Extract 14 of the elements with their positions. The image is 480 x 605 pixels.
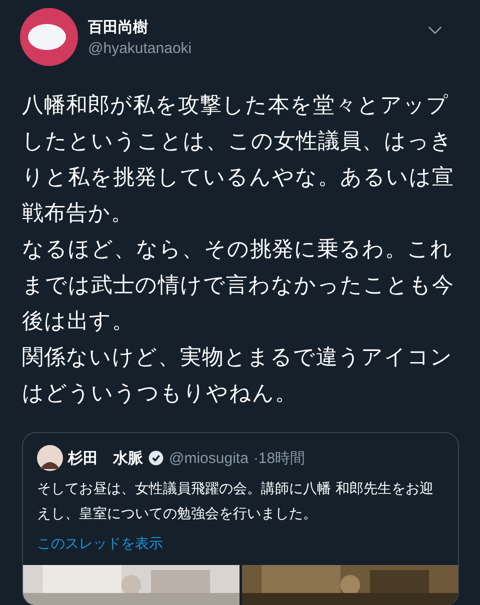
chevron-down-icon[interactable]: [428, 26, 442, 35]
author-handle: @hyakutanaoki: [88, 40, 193, 56]
quoted-author-name: 杉田 水脈: [68, 448, 143, 468]
quoted-text: そしてお昼は、女性議員飛躍の会。講師に八幡 和郎先生をお迎えし、皇室についての勉強会を行いました。: [37, 480, 435, 524]
tweet-text: 八幡和郎が私を攻撃した本を堂々とアップしたということは、この女性議員、はっきりと私を挑発しているんやな。あるいは宣戦布告か。: [22, 92, 455, 228]
tweet-text: なるほど、なら、その挑発に乗るわ。これまでは武士の情けで言わなかったことも今後は出す。: [22, 236, 455, 336]
avatar-icon[interactable]: [20, 8, 78, 66]
avatar-icon: [37, 445, 63, 471]
tweet-text: 関係ないけど、実物とまるで違うアイコンはどういうつもりやねん。: [22, 344, 454, 408]
author-name: 百田尚樹: [88, 18, 149, 36]
quoted-handle: @miosugita: [169, 450, 248, 466]
quoted-time: ·18時間: [253, 448, 306, 468]
quoted-tweet[interactable]: 杉田 水脈 @miosugita ·18時間 そしてお昼は、女性議員飛躍の会。講師に八幡 和郎先生をお迎えし、皇室についての勉強会を行いました。 このスレッドを表示: [22, 432, 459, 605]
show-thread-link[interactable]: このスレッドを表示: [37, 533, 163, 555]
